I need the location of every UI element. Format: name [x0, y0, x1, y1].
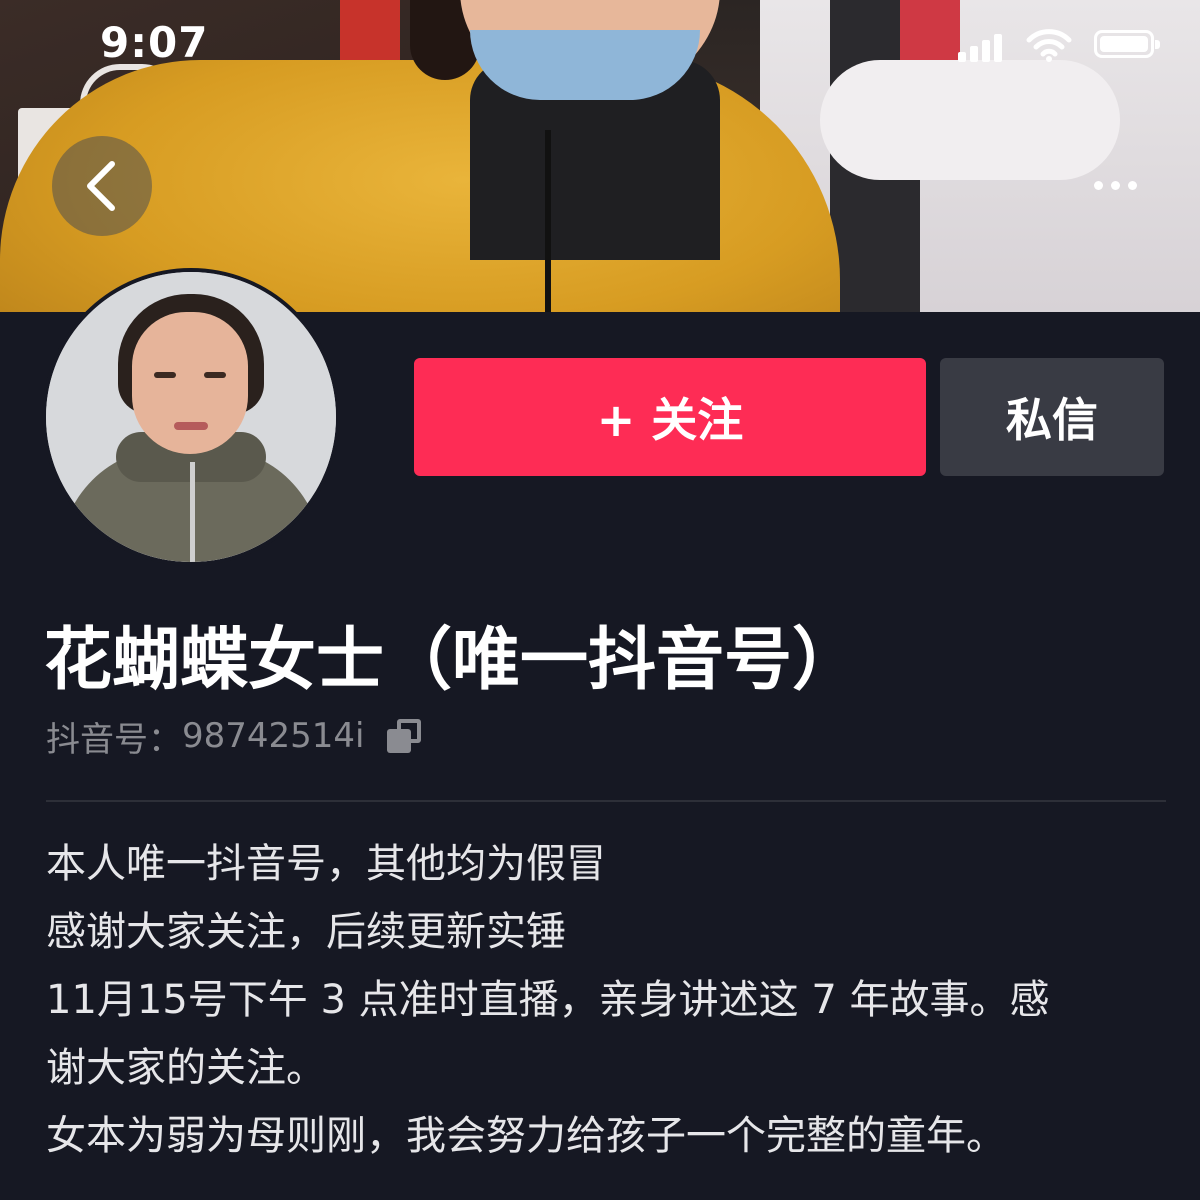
account-id-row: 抖音号： 98742514i: [46, 712, 423, 760]
battery-icon: [1094, 30, 1160, 58]
wifi-icon: [1026, 28, 1072, 62]
status-time: 9:07: [100, 18, 209, 67]
follow-button[interactable]: + 关注: [414, 358, 926, 476]
divider: [46, 800, 1166, 802]
account-id-label: 抖音号：: [46, 719, 182, 760]
status-bar: 9:07: [0, 0, 1200, 90]
bio-line: 谢大家的关注。: [46, 1045, 326, 1091]
bio-line: 女本为弱为母则刚，我会努力给孩子一个完整的童年。: [46, 1113, 1006, 1159]
cellular-signal-icon: [958, 32, 1002, 62]
avatar[interactable]: [42, 268, 340, 566]
bio-line: 本人唯一抖音号，其他均为假冒: [46, 841, 606, 887]
bio-line: 感谢大家关注，后续更新实锤: [46, 909, 566, 955]
back-button[interactable]: [52, 136, 152, 236]
bio-line: 11月15号下午 3 点准时直播，亲身讲述这 7 年故事。感: [46, 977, 1050, 1023]
message-button[interactable]: 私信: [940, 358, 1164, 476]
account-id-value: 98742514i: [182, 716, 365, 756]
chevron-left-icon: [87, 161, 115, 211]
profile-bio: 本人唯一抖音号，其他均为假冒 感谢大家关注，后续更新实锤 11月15号下午 3 …: [46, 830, 1156, 1170]
more-options-button[interactable]: [1080, 160, 1150, 210]
more-horizontal-icon: [1093, 180, 1103, 190]
copy-icon[interactable]: [386, 719, 423, 753]
profile-nickname: 花蝴蝶女士（唯一抖音号）: [44, 621, 861, 700]
